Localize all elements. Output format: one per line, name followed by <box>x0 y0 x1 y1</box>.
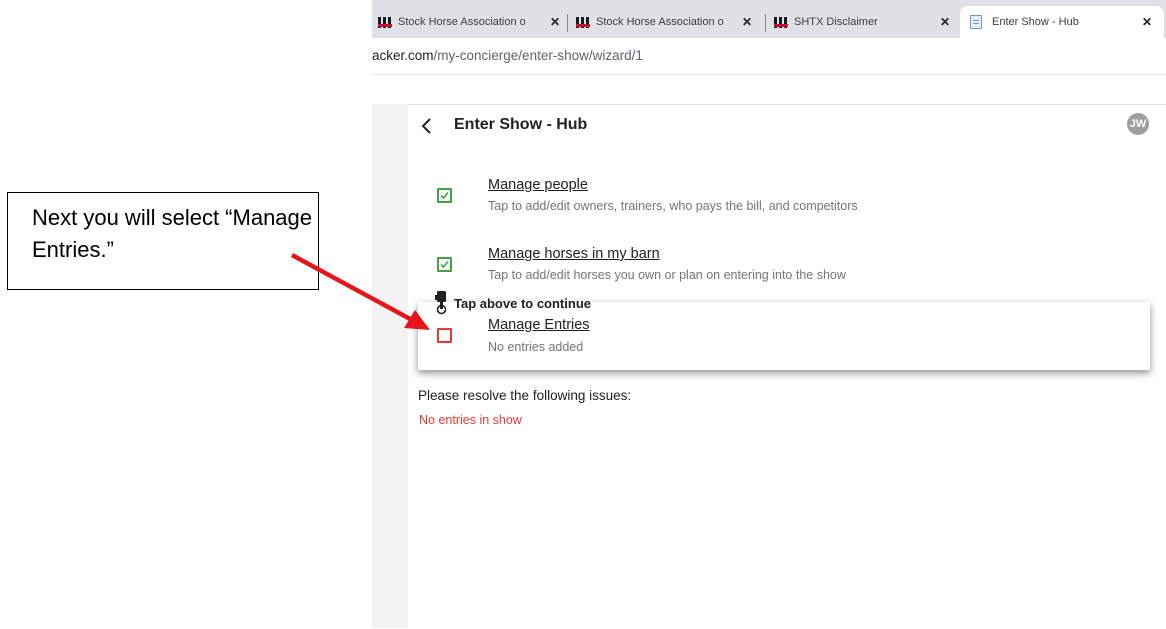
annotation-arrow-icon <box>290 253 430 330</box>
